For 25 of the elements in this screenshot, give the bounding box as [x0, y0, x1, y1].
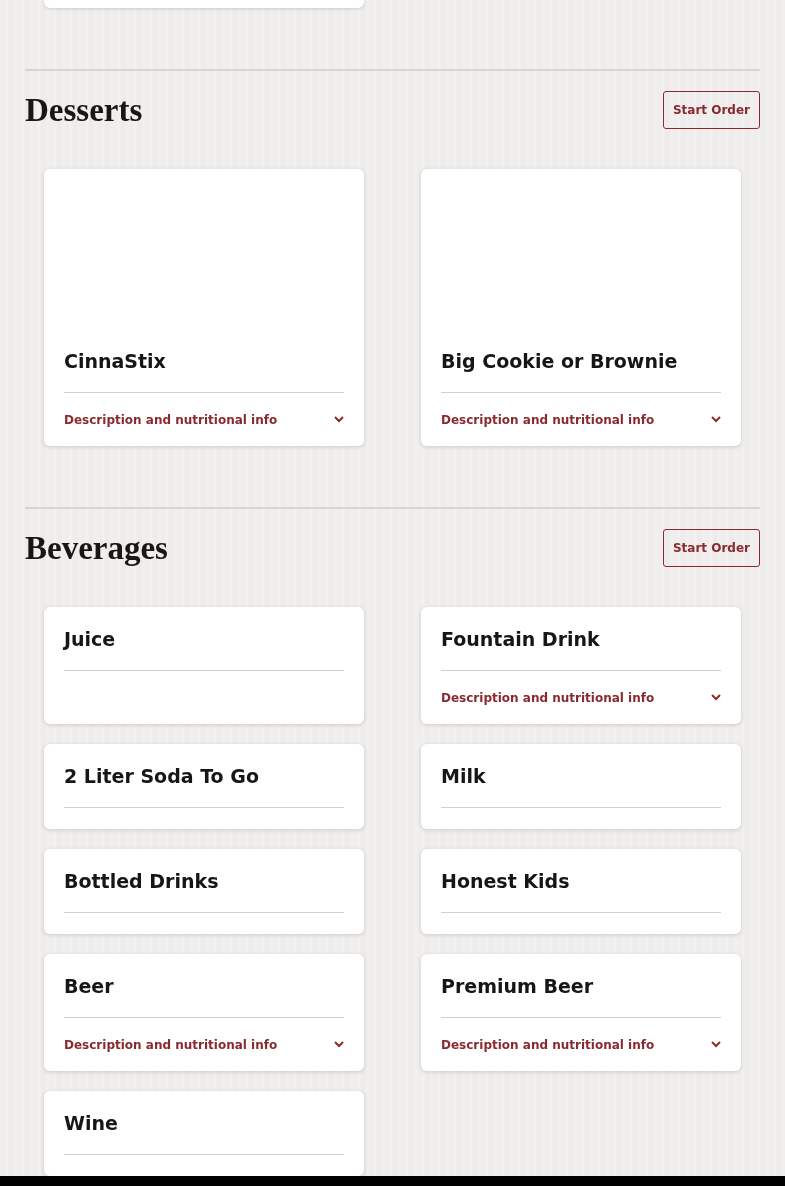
- chevron-icon: [711, 1041, 721, 1048]
- item-title: Big Cookie or Brownie: [441, 349, 678, 372]
- item-title: Beer: [64, 974, 114, 997]
- chevron-icon: [334, 1041, 344, 1048]
- description-toggle[interactable]: Description and nutritional info: [64, 393, 344, 446]
- description-toggle[interactable]: Description and nutritional info: [441, 393, 721, 446]
- item-title: Premium Beer: [441, 974, 594, 997]
- item-title: Honest Kids: [441, 869, 570, 892]
- item-title: Wine: [64, 1111, 118, 1134]
- chevron-icon: [711, 416, 721, 423]
- start-order-button[interactable]: Start Order: [662, 529, 760, 567]
- description-toggle[interactable]: Description and nutritional info: [441, 671, 721, 724]
- description-toggle[interactable]: Description and nutritional info: [441, 1018, 721, 1071]
- item-title: Bottled Drinks: [64, 869, 219, 892]
- item-title: CinnaStix: [64, 349, 166, 372]
- item-title: 2 Liter Soda To Go: [64, 764, 259, 787]
- item-title: Milk: [441, 764, 486, 787]
- item-title: Fountain Drink: [441, 627, 600, 650]
- start-order-button[interactable]: Start Order: [662, 91, 760, 129]
- chevron-icon: [334, 416, 344, 423]
- description-toggle[interactable]: Description and nutritional info: [64, 1018, 344, 1071]
- chevron-icon: [711, 694, 721, 701]
- item-title: Juice: [64, 627, 116, 650]
- section-heading: Desserts: [25, 91, 143, 129]
- section-heading: Beverages: [25, 529, 168, 567]
